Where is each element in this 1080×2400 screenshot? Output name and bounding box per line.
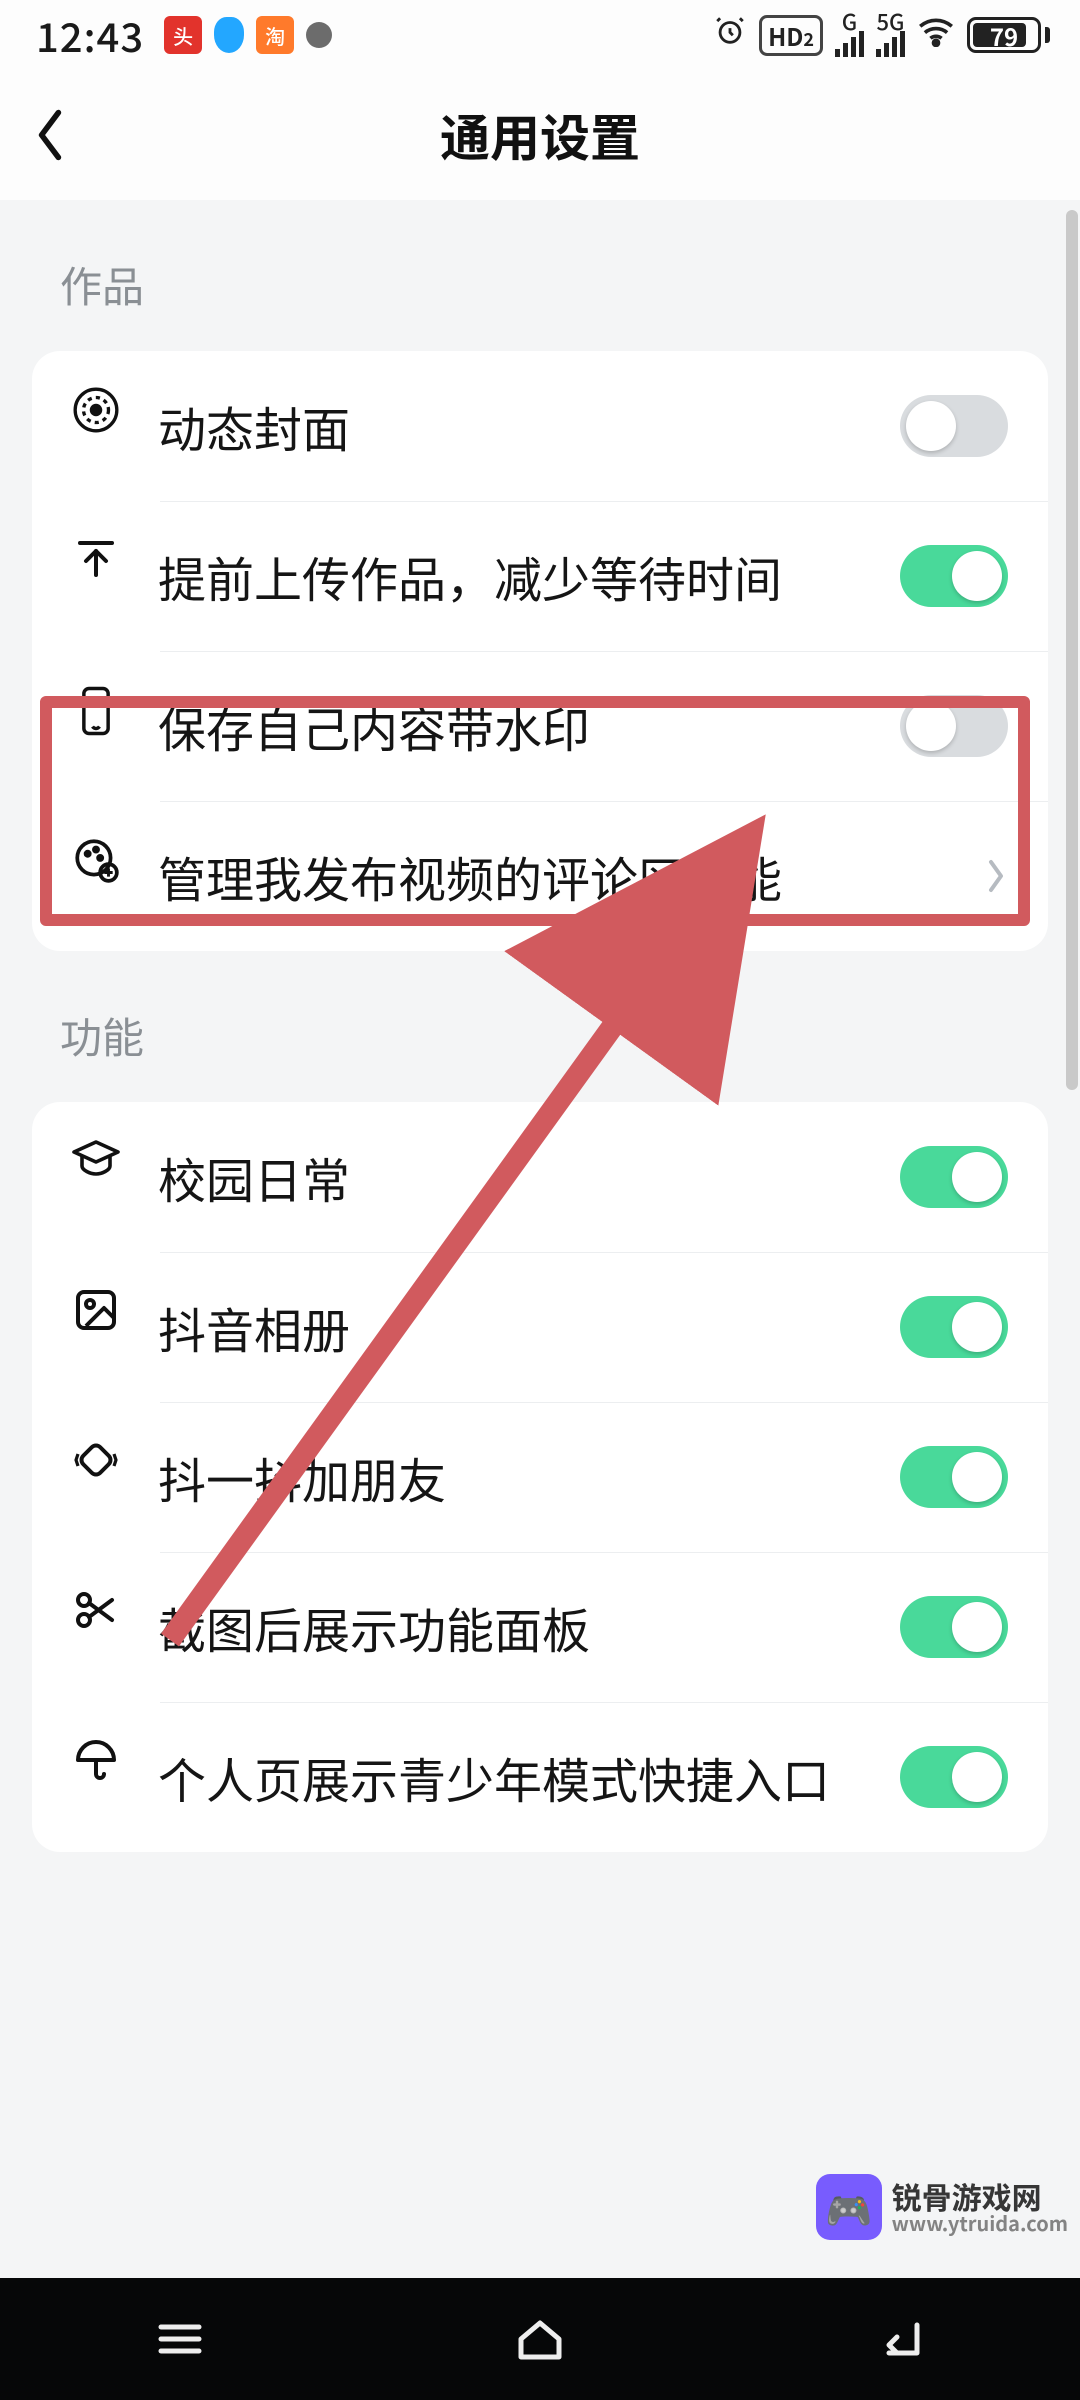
system-navbar — [0, 2278, 1080, 2400]
palette-icon — [62, 835, 130, 885]
section-label-features: 功能 — [0, 951, 1080, 1102]
battery-indicator: 79 — [967, 17, 1050, 53]
nav-back-button[interactable] — [800, 2278, 1000, 2400]
row-label: 个人页展示青少年模式快捷入口 — [130, 1745, 900, 1810]
row-comment-manage[interactable]: 管理我发布视频的评论区功能 — [32, 801, 1048, 951]
chevron-right-icon — [984, 856, 1008, 896]
status-bar: 12:43 头 淘 HD2 G 5G 79 — [0, 0, 1080, 70]
umbrella-icon — [62, 1736, 130, 1784]
toggle-shake-friend[interactable] — [900, 1446, 1008, 1508]
toggle-campus-daily[interactable] — [900, 1146, 1008, 1208]
page-header: 通用设置 — [0, 70, 1080, 200]
card-features: 校园日常 抖音相册 抖一抖加朋友 截图后展示功能面板 个人页展示青少年模式快捷入… — [32, 1102, 1048, 1852]
notif-app-icon-2 — [214, 17, 244, 53]
card-works: 动态封面 提前上传作品，减少等待时间 保存自己内容带水印 管理我发布视频的评论区… — [32, 351, 1048, 951]
notif-app-icon-1: 头 — [164, 16, 202, 54]
row-label: 抖音相册 — [130, 1295, 900, 1360]
image-icon — [62, 1286, 130, 1334]
signal-bars-icon — [835, 31, 864, 57]
notif-more-icon — [306, 22, 332, 48]
hd-label: HD — [768, 18, 803, 53]
back-button[interactable] — [0, 70, 100, 200]
signal-2: 5G — [876, 13, 905, 57]
row-label: 保存自己内容带水印 — [130, 694, 900, 759]
scissors-icon — [62, 1586, 130, 1634]
upload-icon — [62, 535, 130, 583]
nav-recent-button[interactable] — [80, 2278, 280, 2400]
section-label-works: 作品 — [0, 200, 1080, 351]
signal-1-label: G — [842, 13, 857, 31]
alarm-icon — [713, 14, 747, 57]
row-shake-friend[interactable]: 抖一抖加朋友 — [32, 1402, 1048, 1552]
phone-icon — [62, 685, 130, 737]
wifi-icon — [917, 15, 955, 56]
notif-app-icon-3: 淘 — [256, 16, 294, 54]
status-clock: 12:43 — [36, 6, 144, 64]
row-campus-daily[interactable]: 校园日常 — [32, 1102, 1048, 1252]
hd-sub: 2 — [803, 26, 814, 52]
toggle-dynamic-cover[interactable] — [900, 395, 1008, 457]
toggle-pre-upload[interactable] — [900, 545, 1008, 607]
watermark: 🎮 锐骨游戏网 www.ytruida.com — [816, 2174, 1068, 2240]
toggle-screenshot-panel[interactable] — [900, 1596, 1008, 1658]
nav-home-button[interactable] — [440, 2278, 640, 2400]
watermark-logo-icon: 🎮 — [816, 2174, 882, 2240]
row-label: 抖一抖加朋友 — [130, 1445, 900, 1510]
signal-2-label: 5G — [877, 13, 905, 31]
row-screenshot-panel[interactable]: 截图后展示功能面板 — [32, 1552, 1048, 1702]
row-pre-upload[interactable]: 提前上传作品，减少等待时间 — [32, 501, 1048, 651]
toggle-save-watermark[interactable] — [900, 695, 1008, 757]
row-douyin-album[interactable]: 抖音相册 — [32, 1252, 1048, 1402]
toggle-teen-mode-shortcut[interactable] — [900, 1746, 1008, 1808]
target-icon — [62, 385, 130, 435]
toggle-douyin-album[interactable] — [900, 1296, 1008, 1358]
row-label: 动态封面 — [130, 394, 900, 459]
hd-badge: HD2 — [759, 15, 823, 56]
scrollbar[interactable] — [1066, 210, 1078, 1090]
row-label: 校园日常 — [130, 1145, 900, 1210]
row-label: 截图后展示功能面板 — [130, 1595, 900, 1660]
watermark-line2: www.ytruida.com — [892, 2212, 1068, 2233]
signal-1: G — [835, 13, 864, 57]
signal-bars-icon — [876, 31, 905, 57]
row-teen-mode-shortcut[interactable]: 个人页展示青少年模式快捷入口 — [32, 1702, 1048, 1852]
row-label: 提前上传作品，减少等待时间 — [130, 544, 900, 609]
row-dynamic-cover[interactable]: 动态封面 — [32, 351, 1048, 501]
battery-pct: 79 — [990, 18, 1018, 53]
row-label: 管理我发布视频的评论区功能 — [130, 844, 984, 909]
page-title: 通用设置 — [0, 99, 1080, 171]
shake-icon — [62, 1436, 130, 1484]
status-right: HD2 G 5G 79 — [713, 13, 1050, 57]
row-save-watermark[interactable]: 保存自己内容带水印 — [32, 651, 1048, 801]
gradcap-icon — [62, 1136, 130, 1180]
status-left: 12:43 头 淘 — [36, 6, 332, 64]
